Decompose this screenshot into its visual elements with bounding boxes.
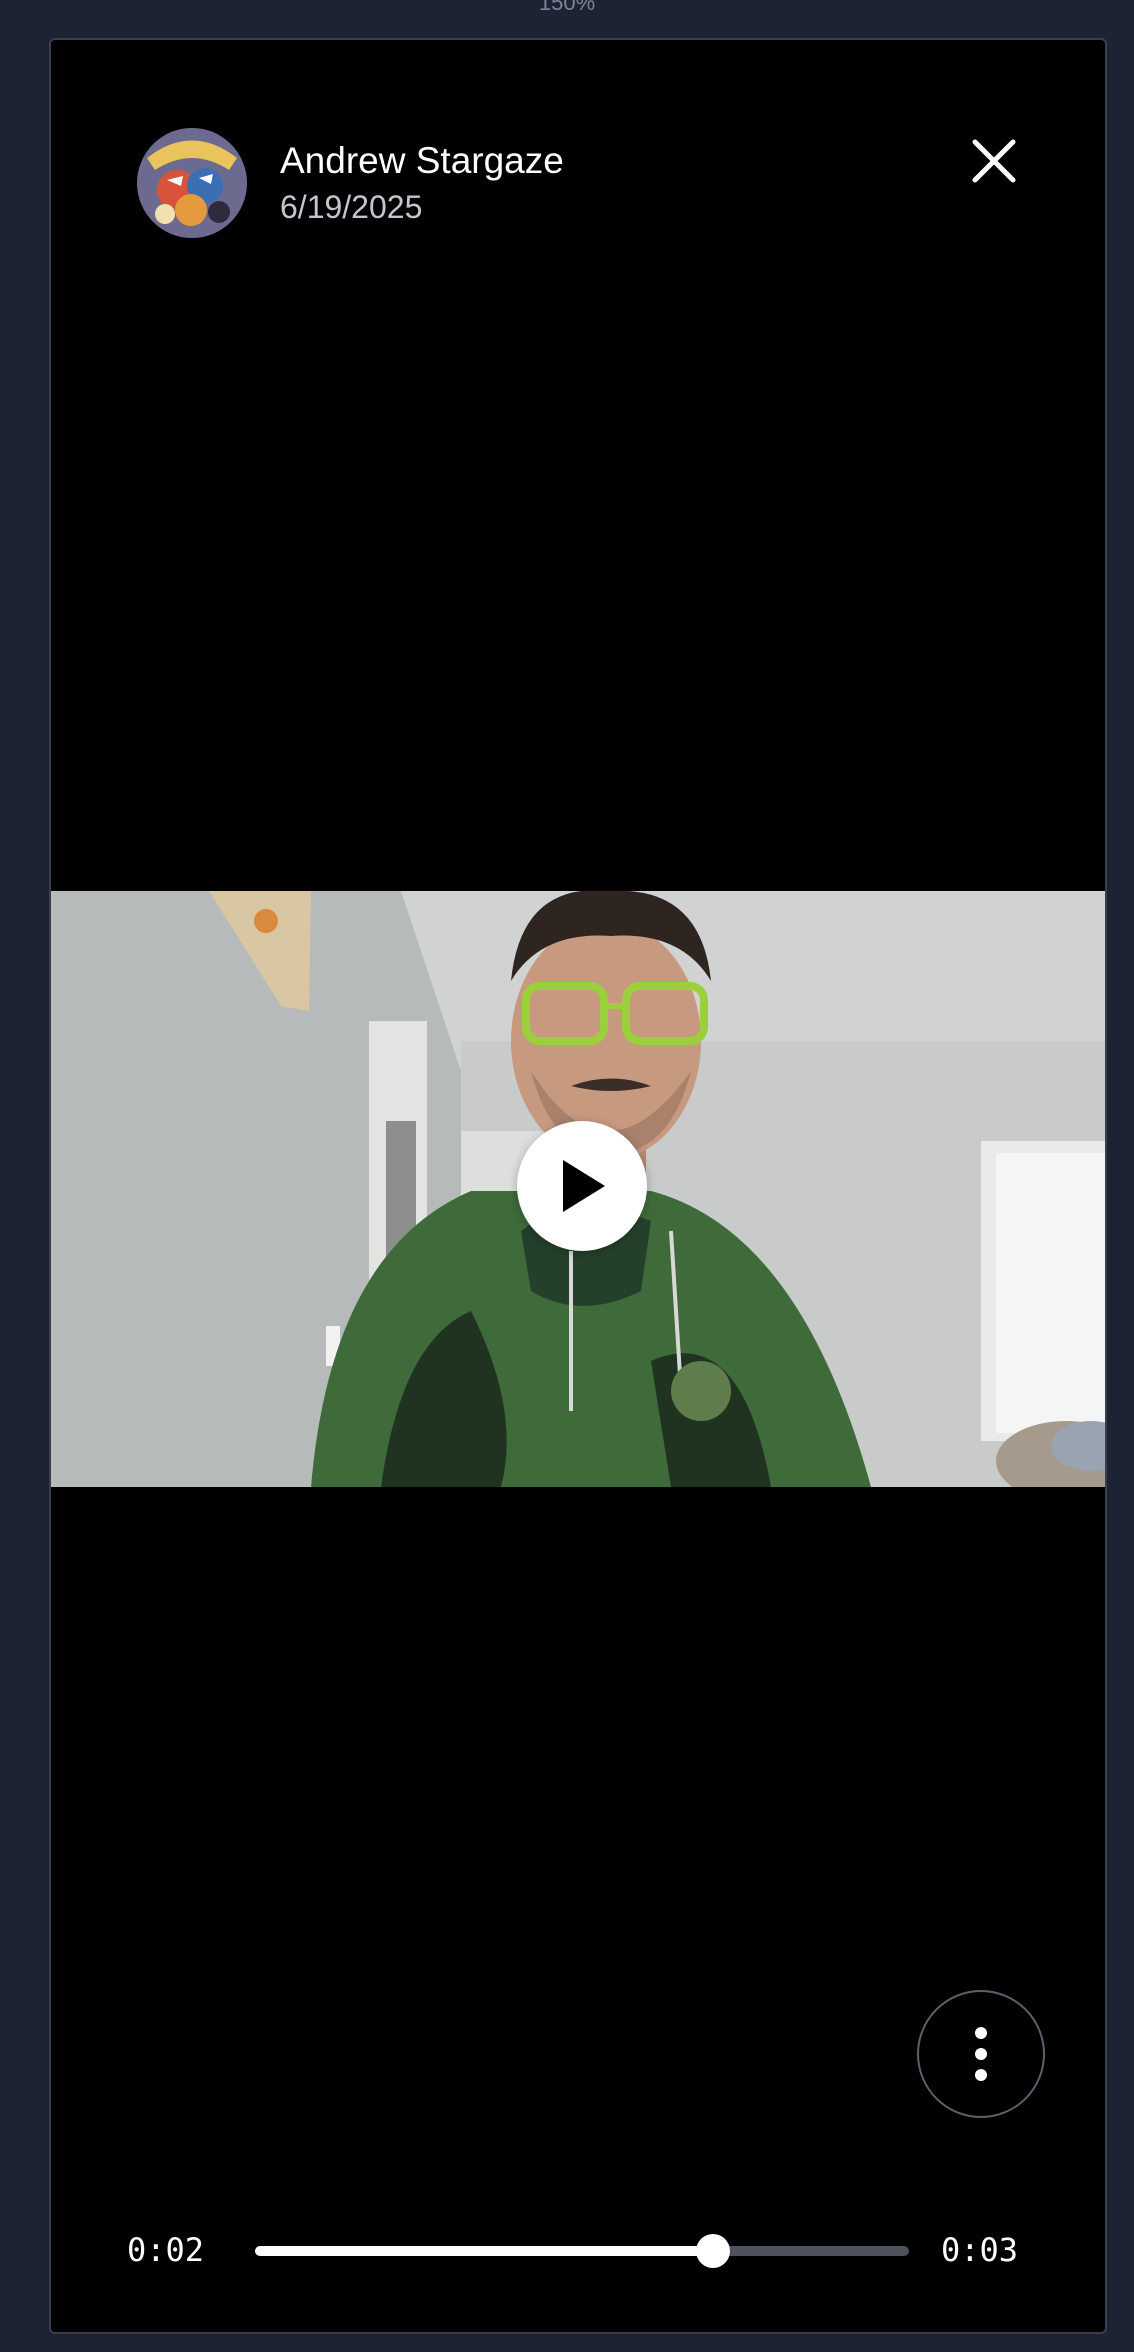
close-button[interactable]	[961, 128, 1027, 194]
zoom-level-label: 150%	[538, 0, 596, 15]
video-frame[interactable]	[51, 891, 1105, 1487]
avatar	[137, 128, 247, 238]
media-viewer: Andrew Stargaze 6/19/2025 0:02 0:03	[49, 38, 1107, 2334]
current-time: 0:02	[127, 2231, 205, 2269]
total-time: 0:03	[941, 2231, 1019, 2269]
more-options-button[interactable]	[917, 1990, 1045, 2118]
seek-bar-thumb[interactable]	[695, 2234, 730, 2268]
close-icon	[972, 139, 1016, 183]
more-vertical-icon	[975, 2027, 987, 2081]
seek-bar-progress	[255, 2246, 713, 2256]
post-date: 6/19/2025	[280, 189, 423, 225]
author-info: Andrew Stargaze 6/19/2025	[280, 138, 564, 228]
author-name: Andrew Stargaze	[280, 140, 564, 181]
play-icon	[563, 1160, 605, 1212]
seek-bar[interactable]	[255, 2234, 909, 2268]
play-button[interactable]	[517, 1121, 647, 1251]
post-header: Andrew Stargaze 6/19/2025	[137, 128, 564, 238]
playback-controls: 0:02 0:03	[51, 2220, 1105, 2290]
